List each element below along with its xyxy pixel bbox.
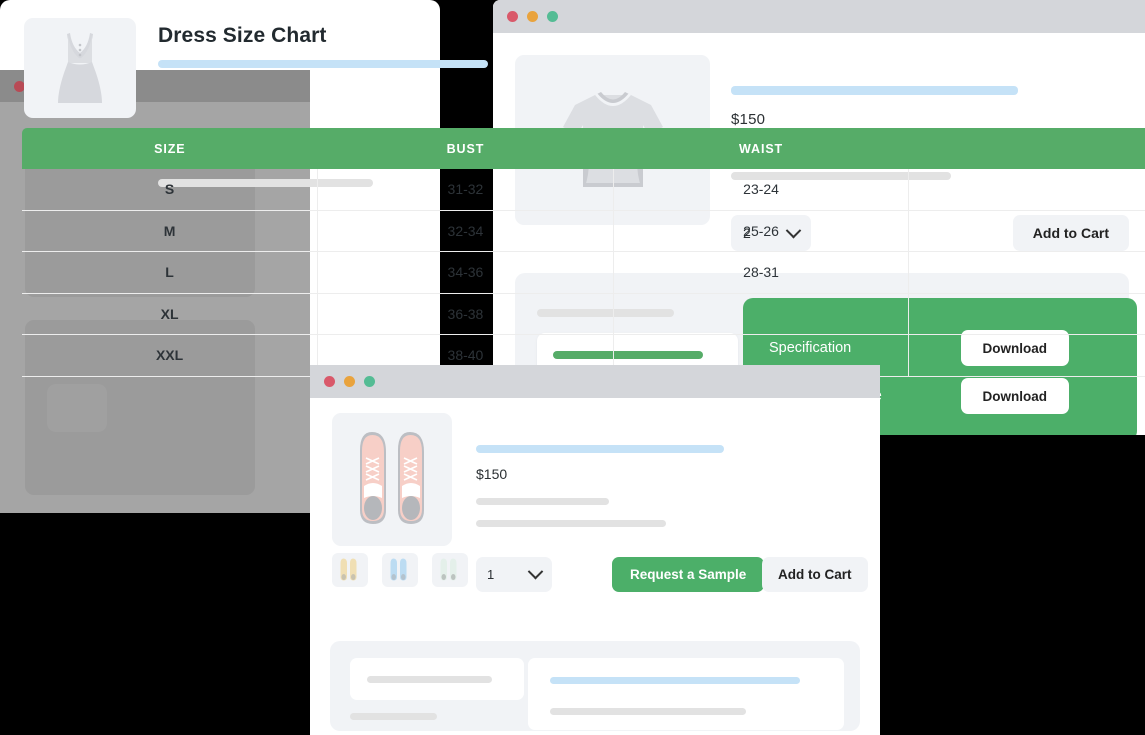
table-cell (908, 334, 1145, 377)
page-title: Dress Size Chart (158, 24, 327, 47)
chevron-down-icon (527, 563, 544, 580)
product-image-dress (24, 18, 136, 118)
request-sample-button[interactable]: Request a Sample (612, 557, 765, 592)
table-row: S 31-32 23-24 (22, 169, 1145, 211)
sneakers-mint-icon (440, 558, 457, 581)
ghost-card (47, 384, 107, 432)
titlebar[interactable] (493, 0, 1145, 33)
product-price: $150 (731, 111, 766, 128)
table-cell: M (22, 209, 319, 252)
sneakers-blue-icon (390, 558, 407, 581)
placeholder-bar-blue (550, 677, 800, 684)
placeholder-bar (550, 708, 746, 715)
desc-placeholder-bar-1 (476, 498, 609, 505)
column-header-waist: WAIST (613, 128, 909, 169)
table-row: L 34-36 28-31 (22, 251, 1145, 294)
minimize-icon[interactable] (527, 11, 538, 22)
title-placeholder-bar (476, 445, 724, 453)
maximize-icon[interactable] (547, 11, 558, 22)
placeholder-bar (367, 675, 492, 683)
table-cell (908, 292, 1145, 335)
product-price: $150 (476, 466, 508, 482)
table-cell: 28-31 (613, 251, 910, 294)
window-product-sneakers: $150 1 Request a Sample Add to Cart (310, 365, 880, 735)
table-cell (908, 209, 1145, 252)
title-placeholder-bar (731, 86, 1018, 95)
table-cell: 36-38 (317, 292, 614, 335)
screenshot-stage: $150 2 Add to Cart Specification Downloa… (0, 0, 1145, 735)
table-header-row: SIZE BUST WAIST (22, 128, 1145, 169)
desc-placeholder-bar-2 (476, 520, 666, 527)
minimize-icon[interactable] (344, 376, 355, 387)
table-body: S 31-32 23-24 M 32-34 25-26 L 34-36 28-31 XL 36-38… (22, 169, 1145, 377)
table-cell (908, 169, 1145, 211)
column-header-size: SIZE (22, 128, 318, 169)
table-cell: 34-36 (317, 251, 614, 294)
quantity-select[interactable]: 1 (476, 557, 552, 592)
column-header-extra (908, 128, 1145, 169)
table-cell: XXL (22, 334, 319, 377)
sneakers-yellow-icon (340, 558, 357, 581)
quantity-value: 1 (487, 567, 495, 582)
table-row: M 32-34 25-26 (22, 209, 1145, 252)
modal-dress-size-chart: Dress Size Chart SIZE BUST WAIST S 31-32 2… (0, 0, 1145, 384)
window-body: $150 1 Request a Sample Add to Cart (310, 398, 880, 735)
table-cell: 25-26 (613, 209, 910, 252)
dress-icon (58, 33, 102, 103)
thumbnail-sneakers-mint[interactable] (432, 553, 468, 587)
size-chart-table-wrap: SIZE BUST WAIST S 31-32 23-24 M 32-34 25-26 L 3… (22, 128, 1145, 377)
placeholder-bar (350, 713, 437, 720)
product-image-sneakers (332, 413, 452, 546)
titlebar[interactable] (310, 365, 880, 398)
table-cell: XL (22, 292, 319, 335)
sneakers-icon (360, 431, 424, 524)
download-button-brochure[interactable]: Download (960, 378, 1069, 414)
info-card-right (528, 658, 844, 730)
column-header-bust: BUST (317, 128, 614, 169)
add-to-cart-button[interactable]: Add to Cart (762, 557, 868, 592)
maximize-icon[interactable] (364, 376, 375, 387)
info-panel (330, 641, 860, 731)
table-cell: L (22, 251, 319, 294)
table-cell: 31-32 (317, 169, 614, 211)
close-icon[interactable] (507, 11, 518, 22)
info-card-left (350, 658, 524, 700)
table-cell: 32-34 (317, 209, 614, 252)
table-cell (613, 292, 910, 335)
title-placeholder-bar (158, 60, 488, 68)
thumbnail-strip[interactable] (332, 553, 468, 587)
table-cell (908, 251, 1145, 294)
table-row: XL 36-38 (22, 292, 1145, 335)
close-icon[interactable] (324, 376, 335, 387)
size-chart-table: SIZE BUST WAIST S 31-32 23-24 M 32-34 25-26 L 3… (22, 128, 1145, 377)
table-cell: S (22, 169, 319, 211)
table-cell: 23-24 (613, 169, 910, 211)
thumbnail-sneakers-blue[interactable] (382, 553, 418, 587)
thumbnail-sneakers-yellow[interactable] (332, 553, 368, 587)
